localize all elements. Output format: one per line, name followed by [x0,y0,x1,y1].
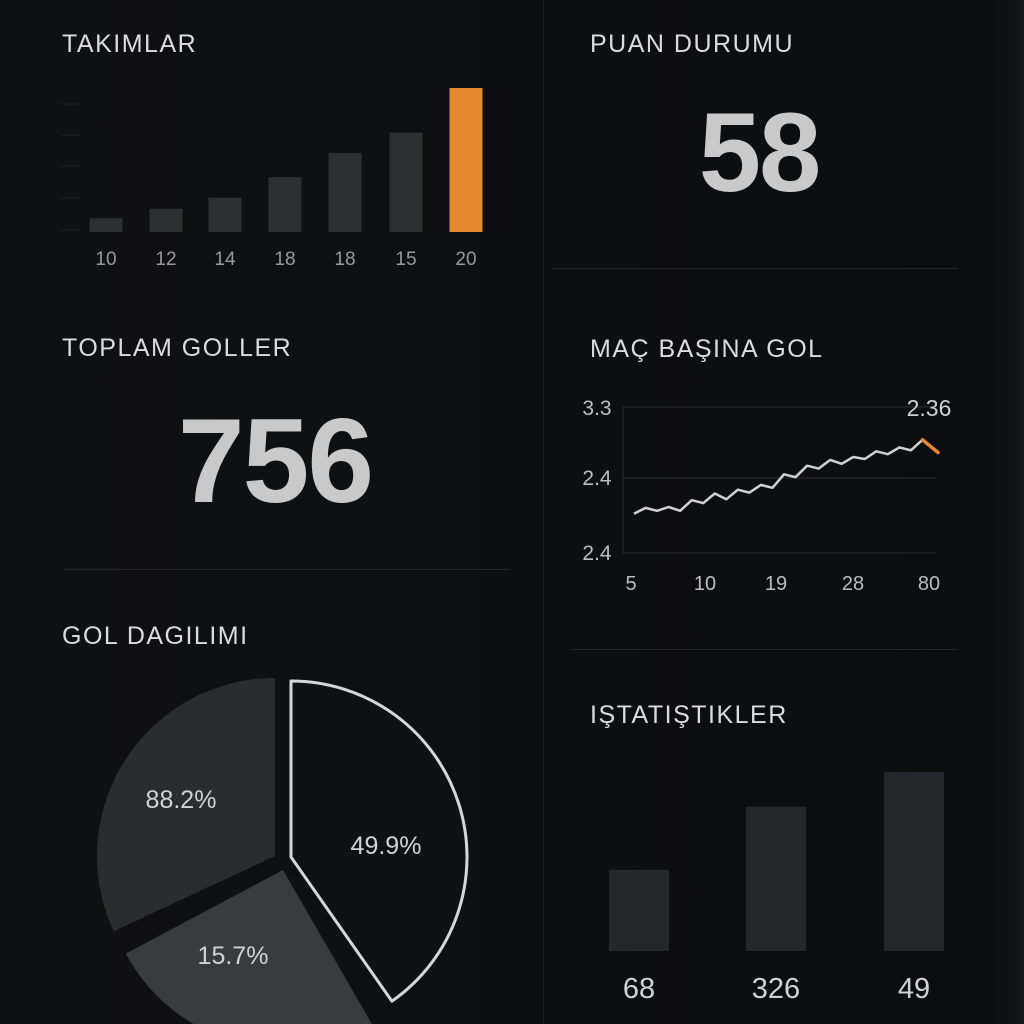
mac-y-tick-label: 2.4 [582,467,612,490]
takimlar-x-tick-label: 18 [274,249,295,270]
takimlar-x-tick-label: 15 [395,249,416,270]
takimlar-x-tick-label: 14 [214,249,236,270]
mac-basina-gol-chart: 3.3 2.4 2.4 5 10 19 28 80 2.36 [582,395,952,595]
pie-slice-label: 88.2% [146,786,217,814]
mac-end-label: 2.36 [907,395,952,421]
puan-durumu-title: PUAN DURUMU [590,30,794,58]
mac-y-tick-label: 2.4 [582,542,612,565]
toplam-goller-value: 756 [177,394,374,528]
pie-slice-label: 49.9% [351,832,422,860]
panel-gol-dagilimi: GOL DAGILIMI 88.2% 15.7% 49.9% [0,590,540,1024]
takimlar-bar [389,132,423,232]
mac-x-tick-label: 19 [765,573,787,595]
pie-slice-label: 15.7% [198,942,269,970]
istatistikler-value-label: 326 [752,973,800,1005]
puan-durumu-value: 58 [698,90,822,215]
takimlar-bar [449,88,483,232]
panel-istatistikler: IŞTATIŞTIKLER 68 326 49 [544,650,1024,1024]
istatistikler-chart: 68 326 49 [609,772,944,1005]
istatistikler-value-label: 49 [898,973,930,1005]
takimlar-x-tick-label: 12 [155,249,176,270]
gol-dagilimi-chart: 88.2% 15.7% 49.9% [97,678,469,1024]
takimlar-bar [328,153,362,232]
takimlar-x-tick-label: 20 [455,249,476,270]
istatistikler-value-label: 68 [623,973,655,1005]
takimlar-bar [208,197,242,232]
istatistikler-bar [884,772,944,951]
divider-puan [552,268,958,269]
panel-toplam-goller: TOPLAM GOLLER 756 [0,300,540,570]
panel-puan-durumu: PUAN DURUMU 58 [544,0,1024,268]
mac-series-last-segment [920,438,940,455]
takimlar-x-tick-label: 10 [95,249,116,270]
panel-takimlar: TAKIMLAR 10 12 14 18 18 15 20 [0,0,540,300]
mac-basina-gol-title: MAÇ BAŞINA GOL [590,335,824,363]
takimlar-bar [149,208,183,232]
mac-x-tick-label: 28 [842,573,864,595]
toplam-goller-title: TOPLAM GOLLER [62,334,293,362]
istatistikler-bar [746,806,806,951]
takimlar-bar [268,177,302,232]
istatistikler-bar [609,869,669,951]
mac-x-tick-label: 5 [625,573,636,595]
mac-x-tick-label: 80 [918,573,940,595]
takimlar-chart: 10 12 14 18 18 15 20 [62,88,483,270]
mac-y-tick-label: 3.3 [582,397,611,420]
takimlar-bar [89,218,123,232]
panel-mac-basina-gol: MAÇ BAŞINA GOL 3.3 2.4 2.4 5 10 19 28 80 2.36 [544,300,1024,650]
takimlar-x-tick-label: 18 [334,249,355,270]
mac-series-line [633,438,924,515]
mac-x-tick-label: 10 [694,573,716,595]
